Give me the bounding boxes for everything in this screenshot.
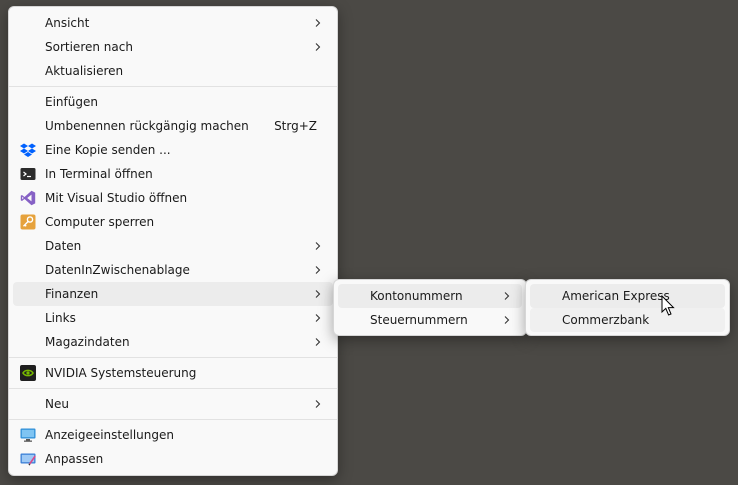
shortcut-text: Strg+Z — [274, 119, 317, 133]
menu-item-label: Neu — [45, 397, 69, 411]
menu-item-aktualisieren[interactable]: Aktualisieren — [13, 59, 333, 83]
menu-item-label: Eine Kopie senden ... — [45, 143, 171, 157]
menu-item-label: Umbenennen rückgängig machen — [45, 119, 249, 133]
mouse-pointer-icon — [661, 294, 675, 317]
menu-item-label: Finanzen — [45, 287, 99, 301]
menu-item-mit-visual-studio-oeffnen[interactable]: Mit Visual Studio öffnen — [13, 186, 333, 210]
personalize-icon — [20, 451, 36, 467]
chevron-right-icon — [313, 241, 323, 251]
menu-item-label: DatenInZwischenablage — [45, 263, 190, 277]
menu-item-commerzbank[interactable]: Commerzbank — [530, 308, 725, 332]
menu-item-label: Sortieren nach — [45, 40, 133, 54]
menu-item-sortieren-nach[interactable]: Sortieren nach — [13, 35, 333, 59]
monitor-icon — [20, 427, 36, 443]
chevron-right-icon — [313, 399, 323, 409]
menu-item-label: Ansicht — [45, 16, 90, 30]
menu-item-links[interactable]: Links — [13, 306, 333, 330]
chevron-right-icon — [313, 18, 323, 28]
menu-item-daten[interactable]: Daten — [13, 234, 333, 258]
menu-item-eine-kopie-senden[interactable]: Eine Kopie senden ... — [13, 138, 333, 162]
key-icon — [20, 214, 36, 230]
menu-item-american-express[interactable]: American Express — [530, 284, 725, 308]
menu-item-label: In Terminal öffnen — [45, 167, 153, 181]
menu-separator — [9, 357, 337, 358]
desktop-context-menu: Ansicht Sortieren nach Aktualisieren Ein… — [8, 6, 338, 476]
menu-item-label: Anzeigeeinstellungen — [45, 428, 174, 442]
menu-item-anzeigeeinstellungen[interactable]: Anzeigeeinstellungen — [13, 423, 333, 447]
menu-item-label: Commerzbank — [562, 313, 650, 327]
menu-item-in-terminal-oeffnen[interactable]: In Terminal öffnen — [13, 162, 333, 186]
menu-item-umbenennen-rueckgaengig[interactable]: Umbenennen rückgängig machen Strg+Z — [13, 114, 333, 138]
kontonummern-submenu: American Express Commerzbank — [525, 279, 730, 336]
menu-item-kontonummern[interactable]: Kontonummern — [338, 284, 522, 308]
nvidia-icon — [20, 365, 36, 381]
chevron-right-icon — [313, 289, 323, 299]
chevron-right-icon — [313, 337, 323, 347]
menu-item-label: Steuernummern — [370, 313, 468, 327]
menu-item-label: American Express — [562, 289, 670, 303]
finanzen-submenu: Kontonummern Steuernummern — [333, 279, 527, 336]
chevron-right-icon — [313, 265, 323, 275]
chevron-right-icon — [502, 291, 512, 301]
menu-separator — [9, 388, 337, 389]
dropbox-icon — [20, 142, 36, 158]
menu-item-neu[interactable]: Neu — [13, 392, 333, 416]
menu-item-label: Links — [45, 311, 76, 325]
menu-item-label: NVIDIA Systemsteuerung — [45, 366, 197, 380]
menu-item-computer-sperren[interactable]: Computer sperren — [13, 210, 333, 234]
menu-item-nvidia-systemsteuerung[interactable]: NVIDIA Systemsteuerung — [13, 361, 333, 385]
menu-item-label: Mit Visual Studio öffnen — [45, 191, 188, 205]
menu-item-ansicht[interactable]: Ansicht — [13, 11, 333, 35]
menu-separator — [9, 419, 337, 420]
menu-item-magazindaten[interactable]: Magazindaten — [13, 330, 333, 354]
chevron-right-icon — [502, 315, 512, 325]
menu-separator — [9, 86, 337, 87]
menu-item-label: Magazindaten — [45, 335, 130, 349]
terminal-icon — [20, 166, 36, 182]
menu-item-finanzen[interactable]: Finanzen — [13, 282, 333, 306]
menu-item-steuernummern[interactable]: Steuernummern — [338, 308, 522, 332]
menu-item-anpassen[interactable]: Anpassen — [13, 447, 333, 471]
menu-item-label: Aktualisieren — [45, 64, 124, 78]
menu-item-label: Kontonummern — [370, 289, 463, 303]
visual-studio-icon — [20, 190, 36, 206]
menu-item-label: Einfügen — [45, 95, 98, 109]
chevron-right-icon — [313, 313, 323, 323]
menu-item-dateninzwischenablage[interactable]: DatenInZwischenablage — [13, 258, 333, 282]
menu-item-label: Anpassen — [45, 452, 104, 466]
menu-item-label: Computer sperren — [45, 215, 155, 229]
chevron-right-icon — [313, 42, 323, 52]
menu-item-einfuegen[interactable]: Einfügen — [13, 90, 333, 114]
menu-item-label: Daten — [45, 239, 82, 253]
